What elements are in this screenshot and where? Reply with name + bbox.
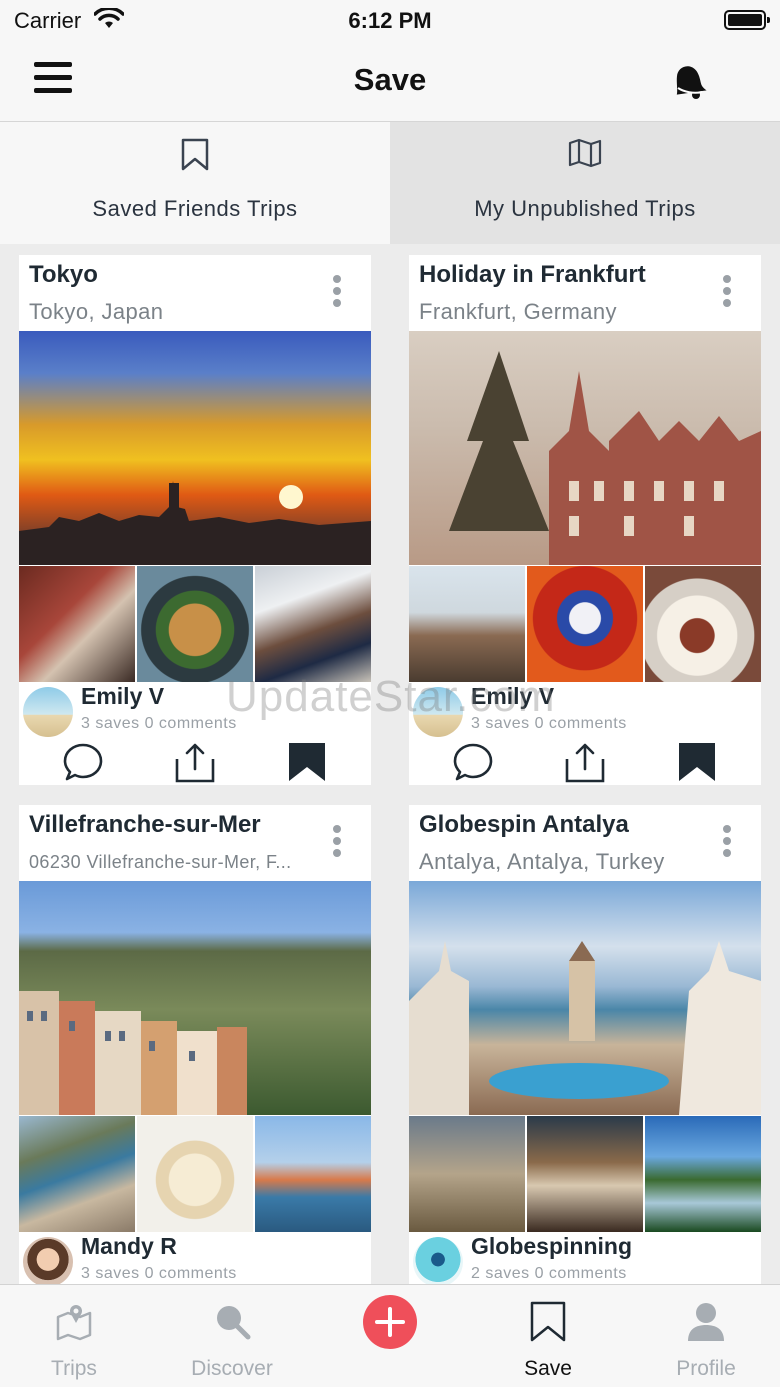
trip-cover-image[interactable]	[409, 881, 761, 1115]
share-icon[interactable]	[563, 741, 607, 785]
battery-icon	[724, 10, 770, 30]
thumbnail-image[interactable]	[409, 1116, 525, 1232]
comment-icon[interactable]	[451, 741, 495, 785]
trip-thumbnails	[409, 566, 761, 682]
tab-label: Save	[524, 1357, 572, 1380]
clock: 6:12 PM	[348, 8, 432, 33]
trip-stats: 3 saves 0 comments	[471, 715, 627, 732]
thumbnail-image[interactable]	[645, 1116, 761, 1232]
trip-card[interactable]: Holiday in Frankfurt Frankfurt, Germany …	[409, 255, 761, 785]
navigation-bar: Save	[0, 40, 780, 122]
avatar[interactable]	[413, 687, 463, 737]
trip-title: Villefranche-sur-Mer	[29, 811, 261, 838]
segment-tabs: Saved Friends Trips My Unpublished Trips	[0, 122, 780, 244]
avatar[interactable]	[413, 1237, 463, 1287]
more-options-icon[interactable]	[721, 275, 733, 311]
page-title: Save	[353, 62, 427, 97]
tab-label: Discover	[191, 1357, 273, 1380]
thumbnail-image[interactable]	[255, 566, 371, 682]
thumbnail-image[interactable]	[409, 566, 525, 682]
author-name[interactable]: Mandy R	[81, 1233, 177, 1260]
comment-icon[interactable]	[61, 741, 105, 785]
share-icon[interactable]	[173, 741, 217, 785]
trip-stats: 2 saves 0 comments	[471, 1265, 627, 1282]
trip-thumbnails	[409, 1116, 761, 1232]
trip-card[interactable]: Villefranche-sur-Mer 06230 Villefranche-…	[19, 805, 371, 1287]
tab-save[interactable]: Save	[470, 1285, 626, 1387]
thumbnail-image[interactable]	[527, 1116, 643, 1232]
trip-cover-image[interactable]	[19, 331, 371, 565]
author-name[interactable]: Emily V	[81, 683, 164, 710]
trip-title: Tokyo	[29, 261, 98, 288]
trip-location: 06230 Villefranche-sur-Mer, F...	[29, 852, 292, 872]
trip-card[interactable]: Tokyo Tokyo, Japan Emily V 3 saves 0 com…	[19, 255, 371, 785]
tab-label: Trips	[51, 1357, 97, 1380]
status-bar: Carrier 6:12 PM	[0, 0, 780, 40]
thumbnail-image[interactable]	[255, 1116, 371, 1232]
tab-trips[interactable]: Trips	[0, 1285, 152, 1387]
add-trip-button[interactable]	[363, 1295, 417, 1349]
bell-icon[interactable]	[666, 58, 710, 102]
add-icon	[375, 1307, 405, 1337]
avatar[interactable]	[23, 1237, 73, 1287]
trip-location: Antalya, Antalya, Turkey	[419, 849, 665, 874]
thumbnail-image[interactable]	[19, 566, 135, 682]
tab-label: Saved Friends Trips	[92, 196, 298, 221]
trip-thumbnails	[19, 1116, 371, 1232]
tab-label: Profile	[676, 1357, 736, 1380]
author-name[interactable]: Emily V	[471, 683, 554, 710]
trip-cover-image[interactable]	[409, 331, 761, 565]
card-actions	[409, 741, 761, 785]
trip-thumbnails	[19, 566, 371, 682]
avatar[interactable]	[23, 687, 73, 737]
thumbnail-image[interactable]	[19, 1116, 135, 1232]
tab-discover[interactable]: Discover	[154, 1285, 310, 1387]
tab-bar: Trips Discover Save Profile	[0, 1284, 780, 1387]
trip-card[interactable]: Globespin Antalya Antalya, Antalya, Turk…	[409, 805, 761, 1287]
bookmark-icon	[470, 1301, 626, 1343]
more-options-icon[interactable]	[331, 275, 343, 311]
trip-stats: 3 saves 0 comments	[81, 715, 237, 732]
trip-title: Globespin Antalya	[419, 811, 629, 838]
more-options-icon[interactable]	[331, 825, 343, 861]
bookmark-filled-icon[interactable]	[285, 741, 329, 785]
thumbnail-image[interactable]	[645, 566, 761, 682]
tab-label: My Unpublished Trips	[474, 196, 696, 221]
tab-profile[interactable]: Profile	[628, 1285, 780, 1387]
search-icon	[154, 1301, 310, 1341]
map-icon	[390, 138, 780, 168]
thumbnail-image[interactable]	[137, 1116, 253, 1232]
bookmark-filled-icon[interactable]	[675, 741, 719, 785]
tab-saved-friends-trips[interactable]: Saved Friends Trips	[0, 122, 390, 244]
trip-location: Frankfurt, Germany	[419, 299, 617, 324]
trip-title: Holiday in Frankfurt	[419, 261, 646, 288]
card-actions	[19, 741, 371, 785]
thumbnail-image[interactable]	[527, 566, 643, 682]
more-options-icon[interactable]	[721, 825, 733, 861]
trip-location: Tokyo, Japan	[29, 299, 164, 324]
author-name[interactable]: Globespinning	[471, 1233, 632, 1260]
trip-stats: 3 saves 0 comments	[81, 1265, 237, 1282]
trip-cover-image[interactable]	[19, 881, 371, 1115]
person-icon	[628, 1301, 780, 1341]
map-pin-icon	[0, 1301, 152, 1341]
thumbnail-image[interactable]	[137, 566, 253, 682]
tab-my-unpublished-trips[interactable]: My Unpublished Trips	[390, 122, 780, 244]
bookmark-icon	[0, 138, 390, 172]
